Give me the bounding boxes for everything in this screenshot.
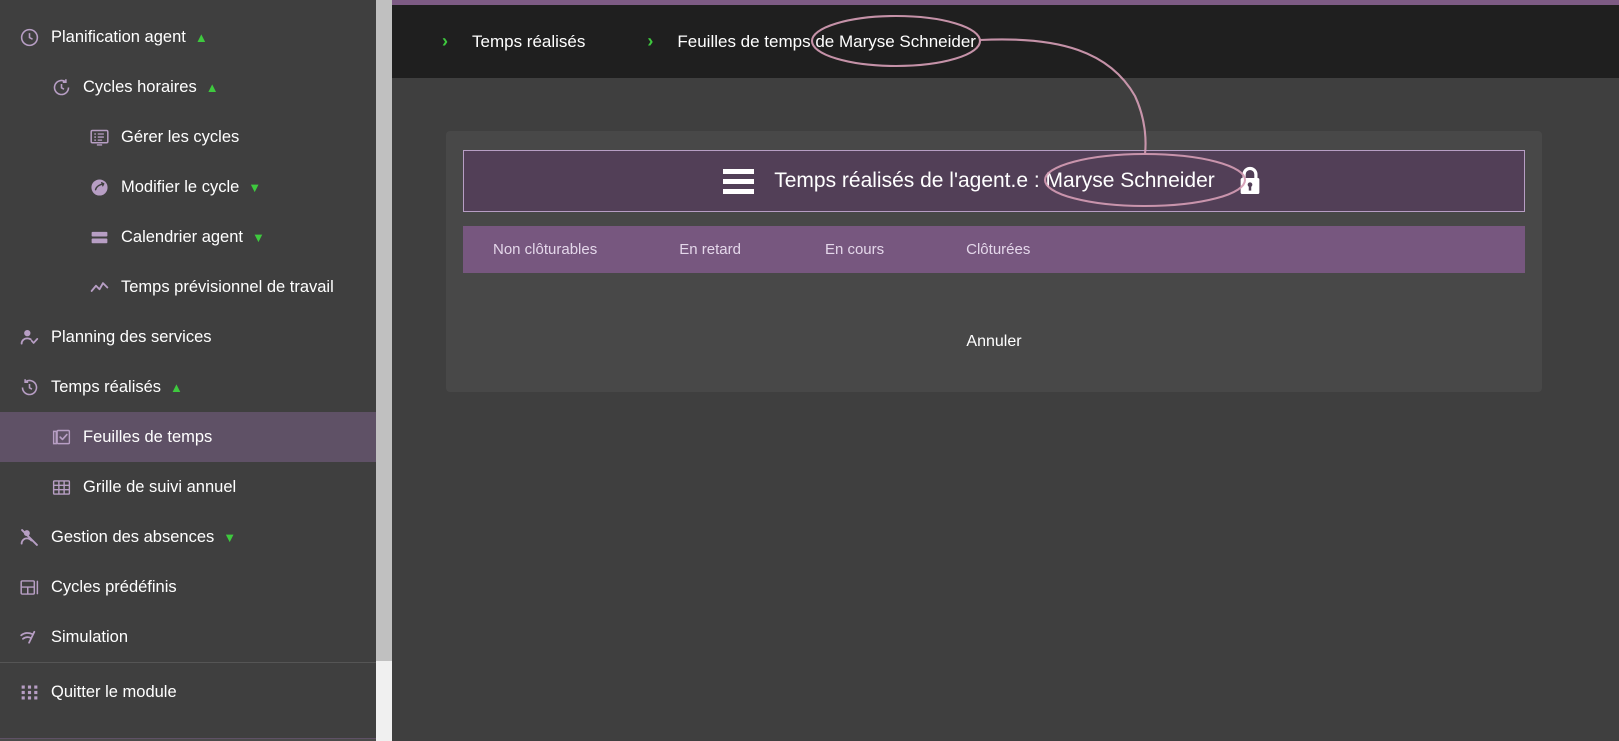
sidebar-item-temps-previsionnel-de-travail[interactable]: Temps prévisionnel de travail [0,262,376,312]
sidebar-item-label: Cycles prédéfinis [51,577,177,596]
tab-non-cloturables[interactable]: Non clôturables [493,241,597,258]
sidebar-item-simulation[interactable]: Simulation [0,612,376,662]
sidebar-item-label: Grille de suivi annuel [83,477,237,496]
sidebar-item-label: Cycles horaires [83,77,197,96]
chevron-down-icon[interactable]: ▼ [252,231,265,244]
sidebar-item-temps-realises[interactable]: Temps réalisés ▲ [0,362,376,412]
sidebar-item-grille-de-suivi-annuel[interactable]: Grille de suivi annuel [0,462,376,512]
sidebar-item-planification-agent[interactable]: Planification agent ▲ [0,12,376,62]
sidebar-item-label: Planning des services [51,327,212,346]
card-body: Annuler [446,273,1542,392]
sidebar-item-gestion-des-absences[interactable]: Gestion des absences ▼ [0,512,376,562]
rows-icon [88,226,110,248]
trend-line-icon [88,276,110,298]
app-root: Planification agent ▲ Cycles horaires ▲ … [0,0,1619,741]
sidebar-item-label: Gérer les cycles [121,127,240,146]
user-check-icon [18,326,40,348]
list-screen-icon [88,126,110,148]
chevron-right-icon: › [442,31,448,51]
dialog-header: Temps réalisés de l'agent.e : Maryse Sch… [463,150,1525,212]
layout-panel-icon [18,576,40,598]
absence-person-icon [18,526,40,548]
tab-en-retard[interactable]: En retard [679,241,741,258]
breadcrumb: › Temps réalisés › Feuilles de temps de … [392,5,1619,78]
sidebar-item-label: Calendrier agent [121,227,243,246]
tab-cloturees[interactable]: Clôturées [966,241,1030,258]
sidebar-item-label: Simulation [51,627,129,646]
gauge-circle-icon [88,176,110,198]
sidebar-item-modifier-le-cycle[interactable]: Modifier le cycle ▼ [0,162,376,212]
breadcrumb-item-temps-realises[interactable]: Temps réalisés [472,32,585,52]
grid-table-icon [50,476,72,498]
sidebar-item-label: Modifier le cycle [121,177,240,196]
chevron-right-icon: › [647,31,654,51]
sidebar-scrollbar[interactable] [376,0,392,741]
sidebar-item-label: Planification agent [51,27,186,46]
cancel-button[interactable]: Annuler [966,333,1021,351]
dialog-title: Temps réalisés de l'agent.e : Maryse Sch… [774,169,1215,192]
status-tabs: Non clôturables En retard En cours Clôtu… [463,226,1525,273]
sidebar-item-label: Feuilles de temps [83,427,213,446]
timesheet-card: Temps réalisés de l'agent.e : Maryse Sch… [446,131,1542,392]
chevron-up-icon[interactable]: ▲ [206,81,219,94]
sidebar-item-planning-des-services[interactable]: Planning des services [0,312,376,362]
hamburger-icon[interactable] [723,168,755,194]
sidebar-item-feuilles-de-temps[interactable]: Feuilles de temps [0,412,376,462]
sidebar-item-quitter-le-module[interactable]: Quitter le module [0,663,376,721]
chevron-up-icon[interactable]: ▲ [170,381,183,394]
clock-icon [18,26,40,48]
sidebar-item-label: Temps prévisionnel de travail [121,277,334,296]
breadcrumb-item-feuilles-de-temps[interactable]: Feuilles de temps de Maryse Schneider [677,32,976,52]
sidebar-item-calendrier-agent[interactable]: Calendrier agent ▼ [0,212,376,262]
sidebar-item-cycles-horaires[interactable]: Cycles horaires ▲ [0,62,376,112]
refresh-clock-icon [50,76,72,98]
chevron-down-icon[interactable]: ▼ [248,181,261,194]
sidebar-item-label: Quitter le module [51,682,177,701]
signal-wave-icon [18,626,40,648]
sidebar-item-label: Temps réalisés [51,377,162,396]
scrollbar-thumb[interactable] [376,0,392,661]
sidebar-item-label: Gestion des absences [51,527,215,546]
history-clock-icon [18,376,40,398]
tab-en-cours[interactable]: En cours [825,241,884,258]
chevron-down-icon[interactable]: ▼ [223,531,236,544]
sidebar-item-cycles-predefinis[interactable]: Cycles prédéfinis [0,562,376,612]
lock-closed-icon[interactable] [1235,165,1265,197]
grid-dots-icon [18,681,40,703]
sidebar-item-gerer-les-cycles[interactable]: Gérer les cycles [0,112,376,162]
chevron-up-icon[interactable]: ▲ [195,31,208,44]
main-content: › Temps réalisés › Feuilles de temps de … [392,0,1619,741]
sidebar: Planification agent ▲ Cycles horaires ▲ … [0,0,376,741]
checked-sheets-icon [50,426,72,448]
